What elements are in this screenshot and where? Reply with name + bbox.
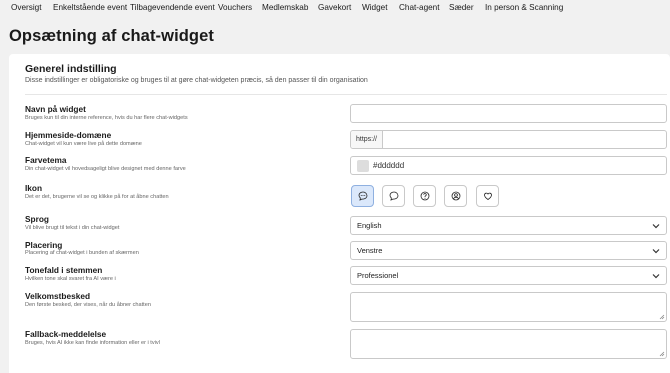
chevron-down-icon (652, 224, 660, 229)
chevron-down-icon (652, 249, 660, 254)
widget-name-input[interactable] (350, 104, 667, 123)
language-help: Vil blive brugt til tekst i din chat-wid… (25, 225, 120, 231)
placement-label: Placering (25, 240, 63, 250)
tab-saeder[interactable]: Sæder (449, 3, 474, 12)
speech-bubble-icon (389, 191, 398, 201)
chevron-down-icon (652, 274, 660, 279)
tab-tilbagevendende-event[interactable]: Tilbagevendende event (130, 3, 215, 12)
icon-option-user[interactable] (444, 185, 467, 207)
welcome-help: Den første besked, der vises, når du åbn… (25, 302, 151, 308)
chat-dots-icon (358, 191, 367, 201)
tone-label: Tonefald i stemmen (25, 265, 103, 275)
heart-icon (483, 192, 492, 200)
section-description: Disse indstillinger er obligatoriske og … (25, 77, 368, 84)
icon-option-question[interactable] (413, 185, 436, 207)
icon-option-heart[interactable] (476, 185, 499, 207)
tab-enkeltstaende-event[interactable]: Enkeltstående event (53, 3, 127, 12)
language-value: English (357, 221, 382, 230)
settings-card (9, 54, 670, 373)
tab-medlemskab[interactable]: Medlemskab (262, 3, 308, 12)
tab-oversigt[interactable]: Oversigt (11, 3, 41, 12)
divider (25, 94, 667, 95)
section-title: Generel indstilling (25, 63, 117, 75)
widget-name-help: Bruges kun til din interne reference, hv… (25, 115, 188, 121)
welcome-label: Velkomstbesked (25, 291, 91, 301)
fallback-label: Fallback-meddelelse (25, 329, 107, 339)
domain-prefix: https:// (351, 131, 383, 148)
placement-help: Placering af chat-widget i bunden af skæ… (25, 250, 139, 256)
tab-vouchers[interactable]: Vouchers (218, 3, 252, 12)
color-value: #dddddd (373, 161, 405, 170)
domain-input[interactable]: https:// (350, 130, 667, 149)
tone-value: Professionel (357, 271, 399, 280)
question-circle-icon (420, 191, 429, 201)
icon-option-speech-bubble[interactable] (382, 185, 405, 207)
icon-option-chat-dots[interactable] (351, 185, 374, 207)
tab-gavekort[interactable]: Gavekort (318, 3, 351, 12)
color-theme-label: Farvetema (25, 155, 67, 165)
resize-handle-icon[interactable] (659, 314, 665, 320)
color-theme-help: Din chat-widget vil hovedsageligt blive … (25, 166, 186, 172)
fallback-help: Bruges, hvis AI ikke kan finde informati… (25, 340, 160, 346)
tab-in-person-scanning[interactable]: In person & Scanning (485, 3, 563, 12)
user-circle-icon (451, 191, 460, 201)
tab-chat-agent[interactable]: Chat-agent (399, 3, 440, 12)
color-theme-input[interactable]: #dddddd (350, 156, 667, 175)
widget-name-label: Navn på widget (25, 104, 86, 114)
placement-select[interactable]: Venstre (350, 241, 667, 260)
resize-handle-icon[interactable] (659, 351, 665, 357)
top-navigation: Oversigt Enkeltstående event Tilbagevend… (0, 0, 670, 16)
tab-widget[interactable]: Widget (362, 3, 387, 12)
icon-help: Det er det, brugerne vil se og klikke på… (25, 194, 169, 200)
domain-help: Chat-widget vil kun være live på dette d… (25, 141, 142, 147)
page-title: Opsætning af chat-widget (9, 27, 214, 45)
tone-select[interactable]: Professionel (350, 266, 667, 285)
fallback-textarea[interactable] (350, 329, 667, 359)
tone-help: Hvilken tone skal svaret fra AI være i (25, 276, 116, 282)
color-swatch[interactable] (357, 160, 369, 172)
welcome-textarea[interactable] (350, 292, 667, 322)
domain-label: Hjemmeside-domæne (25, 130, 112, 140)
language-select[interactable]: English (350, 216, 667, 235)
language-label: Sprog (25, 214, 49, 224)
icon-label: Ikon (25, 183, 43, 193)
placement-value: Venstre (357, 246, 383, 255)
